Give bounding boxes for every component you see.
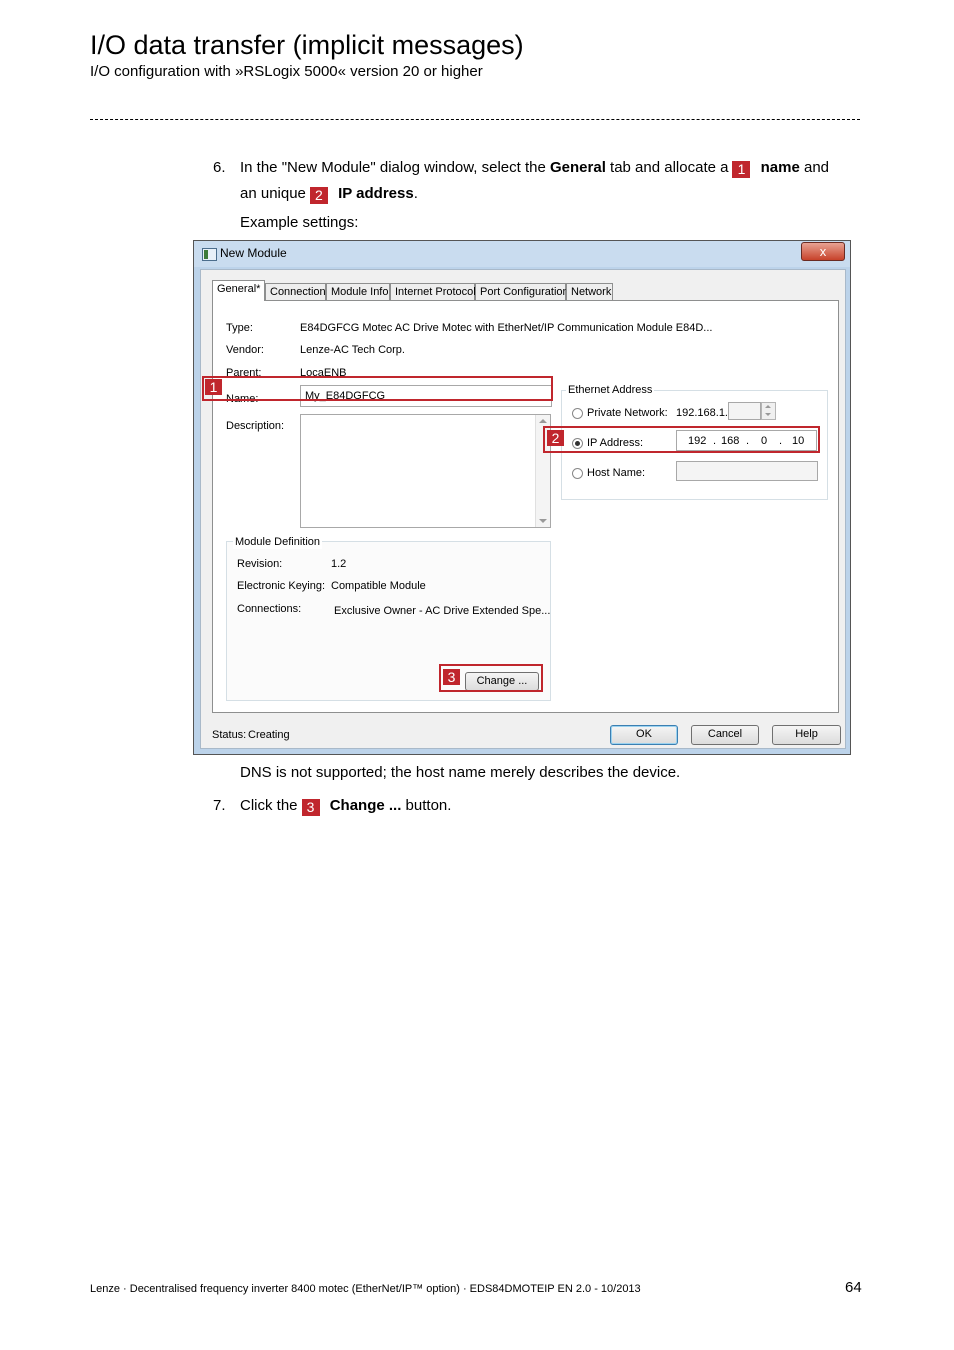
host-name-input[interactable]: [676, 461, 818, 481]
type-label: Type:: [226, 322, 253, 334]
help-button[interactable]: Help: [772, 725, 841, 745]
new-module-dialog: New Module x General* Connection Module …: [193, 240, 851, 755]
dialog-title: New Module: [220, 246, 287, 260]
electronic-keying-label: Electronic Keying:: [237, 580, 326, 592]
step-6-line-2: an unique 2 IP address.: [240, 185, 418, 204]
tab-general[interactable]: General*: [212, 280, 266, 301]
dns-note: DNS is not supported; the host name mere…: [240, 764, 681, 781]
connections-label: Connections:: [237, 603, 302, 615]
callout-badge-1: 1: [732, 161, 751, 178]
status-label: Status:: [212, 729, 247, 741]
ethernet-address-title: Ethernet Address: [566, 383, 655, 397]
octet-spinner[interactable]: [761, 402, 776, 420]
general-tab-panel: Type: E84DGFCG Motec AC Drive Motec with…: [212, 300, 839, 713]
step-6-line-1: In the "New Module" dialog window, selec…: [240, 159, 830, 178]
page-number: 64: [845, 1279, 862, 1296]
tab-network[interactable]: Network: [566, 283, 613, 300]
private-network-label: Private Network:: [587, 407, 668, 419]
scroll-up-arrow-icon[interactable]: [539, 419, 547, 423]
connections-value: Exclusive Owner - AC Drive Extended Spe.…: [334, 605, 551, 617]
scroll-down-arrow-icon[interactable]: [539, 519, 547, 523]
revision-label: Revision:: [237, 558, 283, 570]
step-7-text: Click the 3 Change ... button.: [240, 797, 452, 816]
module-definition-title: Module Definition: [233, 535, 322, 549]
header-divider: [90, 119, 860, 120]
vendor-value: Lenze-AC Tech Corp.: [300, 344, 405, 356]
electronic-keying-value: Compatible Module: [331, 580, 426, 592]
callout-badge-3: 3: [301, 799, 320, 816]
name-highlight-box: [202, 376, 553, 401]
revision-value: 1.2: [331, 558, 347, 570]
tab-module-info[interactable]: Module Info: [326, 283, 390, 300]
page-footer: Lenze · Decentralised frequency inverter…: [90, 1283, 641, 1295]
status-value: Creating: [248, 729, 290, 741]
callout-tag-1: 1: [205, 379, 222, 395]
step-6-number: 6.: [213, 159, 226, 176]
private-network-prefix: 192.168.1.: [676, 407, 728, 419]
type-value: E84DGFCG Motec AC Drive Motec with Ether…: [300, 322, 713, 334]
tab-port-configuration[interactable]: Port Configuration: [475, 283, 569, 300]
private-network-octet-input[interactable]: [728, 402, 761, 420]
description-textarea[interactable]: [300, 414, 551, 528]
callout-badge-2: 2: [309, 187, 328, 204]
page-subtitle: I/O configuration with »RSLogix 5000« ve…: [90, 63, 483, 80]
tab-internet-protocol[interactable]: Internet Protocol: [390, 283, 476, 300]
spin-up-icon[interactable]: [765, 405, 771, 408]
tab-connection[interactable]: Connection: [265, 283, 326, 300]
callout-tag-3: 3: [443, 669, 460, 685]
private-network-radio[interactable]: [572, 408, 583, 419]
ip-address-highlight-box: [543, 426, 820, 453]
step-7-number: 7.: [213, 797, 226, 814]
close-button[interactable]: x: [801, 242, 845, 261]
callout-tag-2: 2: [547, 430, 564, 446]
page-title: I/O data transfer (implicit messages): [90, 30, 524, 60]
spin-down-icon[interactable]: [765, 413, 771, 416]
ok-button[interactable]: OK: [610, 725, 678, 745]
host-name-label: Host Name:: [587, 467, 646, 479]
vendor-label: Vendor:: [226, 344, 264, 356]
cancel-button[interactable]: Cancel: [691, 725, 759, 745]
app-icon: [202, 248, 217, 261]
example-settings-label: Example settings:: [240, 214, 359, 231]
host-name-radio[interactable]: [572, 468, 583, 479]
dialog-titlebar: New Module x: [194, 241, 850, 267]
description-label: Description:: [226, 420, 285, 432]
